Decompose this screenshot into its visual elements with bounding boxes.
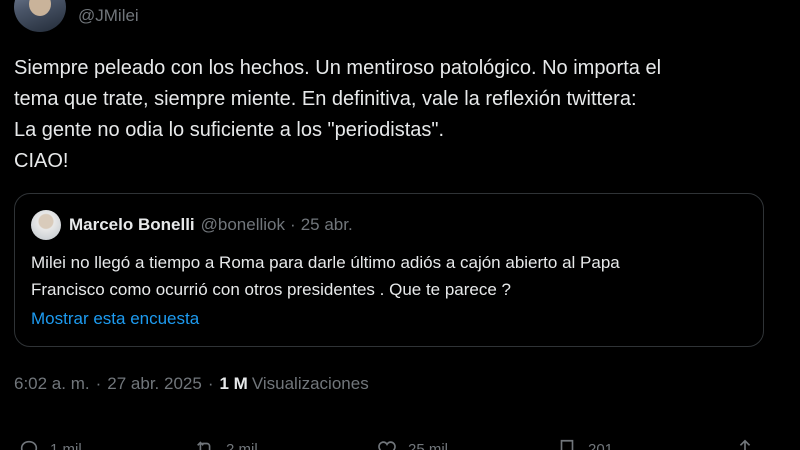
tweet-text-line: La gente no odia lo suficiente a los "pe…	[14, 119, 445, 141]
views-label: Visualizaciones	[251, 374, 369, 393]
like-button[interactable]: 25 mil	[376, 438, 448, 450]
like-icon	[378, 441, 396, 450]
quoted-author-name: Marcelo Bonelli	[69, 215, 195, 234]
bookmark-icon	[560, 439, 574, 450]
bookmark-count: 201	[588, 440, 614, 450]
views-count: 1 M	[219, 374, 248, 393]
author-row	[14, 0, 66, 32]
quoted-tweet-text: Milei no llegó a tiempo a Roma para darl…	[31, 249, 751, 303]
retweet-button[interactable]: 2 mil	[194, 438, 258, 450]
quoted-tweet[interactable]: Marcelo Bonelli @bonelliok · 25 abr. Mil…	[14, 193, 764, 347]
like-count: 25 mil	[408, 440, 449, 450]
reply-button[interactable]: 1 mil	[18, 438, 82, 450]
reply-icon	[20, 440, 38, 450]
tweet-text: Siempre peleado con los hechos. Un menti…	[14, 53, 784, 177]
quoted-text-line: Milei no llegó a tiempo a Roma para darl…	[31, 253, 620, 272]
author-avatar[interactable]	[14, 0, 66, 32]
tweet-text-line: CIAO!	[14, 150, 69, 172]
quoted-author-avatar	[31, 210, 61, 240]
bookmark-button[interactable]: 201	[556, 438, 613, 450]
retweet-count: 2 mil	[226, 440, 258, 450]
reply-count: 1 mil	[50, 440, 82, 450]
author-handle[interactable]: @JMilei	[78, 6, 139, 26]
tweet-date[interactable]: 27 abr. 2025	[107, 374, 202, 394]
tweet-time[interactable]: 6:02 a. m.	[14, 374, 90, 394]
meta-separator: ·	[95, 374, 102, 393]
tweet-text-line: Siempre peleado con los hechos. Un menti…	[14, 57, 662, 79]
quoted-tweet-header: Marcelo Bonelli @bonelliok · 25 abr.	[31, 210, 353, 240]
quoted-author-handle: @bonelliok	[200, 215, 286, 234]
quoted-text-line: Francisco como ocurrió con otros preside…	[31, 280, 512, 299]
tweet-detail: @JMilei Siempre peleado con los hechos. …	[0, 0, 800, 450]
meta-separator: ·	[207, 374, 214, 393]
retweet-icon	[197, 441, 211, 450]
quoted-separator: ·	[290, 215, 296, 234]
tweet-text-line: tema que trate, siempre miente. En defin…	[14, 88, 637, 110]
share-button[interactable]	[734, 438, 756, 450]
tweet-meta: 6:02 a. m. · 27 abr. 2025 · 1 M Visualiz…	[14, 374, 369, 394]
show-poll-link[interactable]: Mostrar esta encuesta	[31, 309, 199, 329]
share-icon	[739, 439, 751, 450]
quoted-date: 25 abr.	[300, 215, 353, 234]
